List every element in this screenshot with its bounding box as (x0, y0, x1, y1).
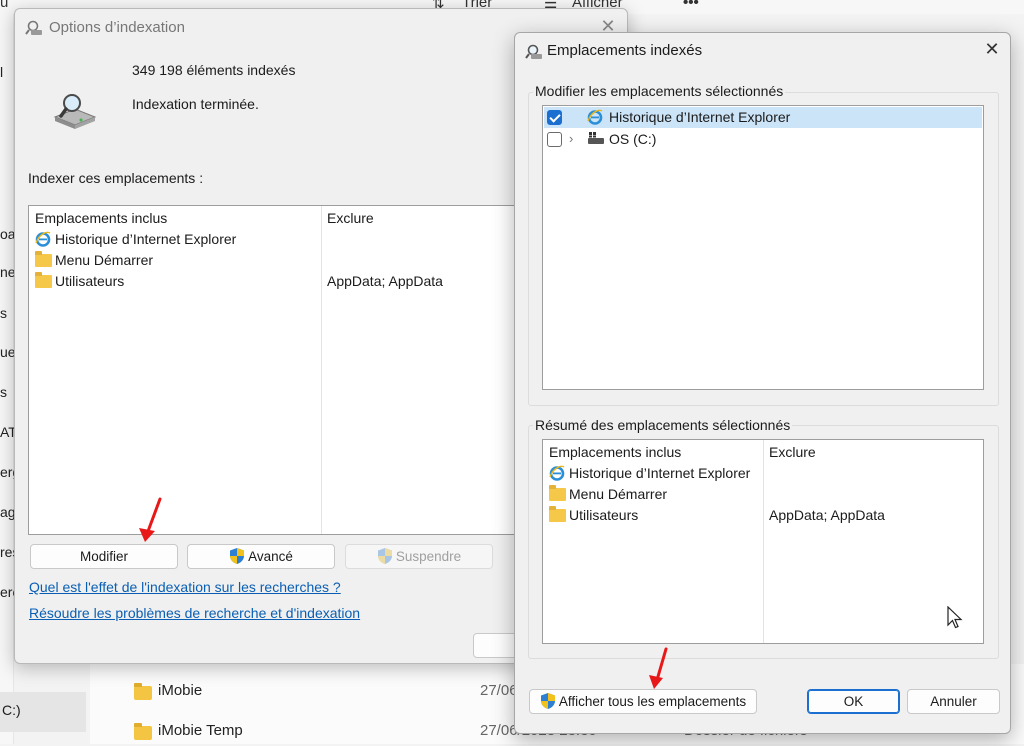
nav-item[interactable]: s (0, 384, 7, 400)
ok-button[interactable]: OK (807, 689, 900, 714)
more-options-button[interactable]: ••• (683, 0, 699, 11)
nav-item[interactable]: s (0, 305, 7, 321)
uac-shield-icon (230, 548, 245, 564)
chevron-right-icon[interactable]: › (569, 131, 573, 146)
indexed-locations-dialog: Emplacements indexés ✕ Modifier les empl… (514, 32, 1011, 734)
annotation-arrow-icon (649, 647, 668, 689)
file-name: iMobie (158, 682, 203, 699)
column-separator (763, 440, 764, 643)
toolbar-fragment: u (0, 0, 9, 11)
column-header-included[interactable]: Emplacements inclus (549, 444, 681, 460)
drive-icon (588, 132, 604, 144)
modify-locations-label: Modifier les emplacements sélectionnés (533, 83, 786, 99)
location-name: Utilisateurs (569, 507, 639, 523)
folder-icon (549, 485, 566, 501)
checkbox-ie-history[interactable] (547, 110, 562, 125)
internet-explorer-icon (35, 231, 51, 247)
annotation-arrow-icon (139, 497, 162, 542)
internet-explorer-icon (549, 465, 565, 481)
troubleshoot-link[interactable]: Résoudre les problèmes de recherche et d… (29, 605, 360, 621)
locations-tree[interactable]: Historique d’Internet Explorer › OS (C:) (542, 105, 984, 390)
location-name: Menu Démarrer (55, 252, 154, 268)
locations-label: Indexer ces emplacements : (28, 170, 204, 186)
explorer-nav-pane: l oa ne s ue s AT erg ag res ere (0, 14, 20, 744)
tree-item-label[interactable]: Historique d’Internet Explorer (609, 109, 790, 125)
advanced-button-label: Avancé (248, 549, 293, 564)
nav-item-selected-drive[interactable]: C:) (0, 692, 86, 732)
indexed-count: 349 198 éléments indexés (132, 62, 296, 78)
close-icon[interactable]: ✕ (977, 39, 1007, 60)
column-separator (321, 206, 322, 534)
modify-button[interactable]: Modifier (30, 544, 178, 569)
folder-icon (134, 723, 152, 740)
tree-item-label[interactable]: OS (C:) (609, 131, 656, 147)
dialog-title: Emplacements indexés (547, 42, 703, 59)
indexing-effect-link[interactable]: Quel est l'effet de l'indexation sur les… (29, 579, 341, 595)
column-header-exclude[interactable]: Exclure (769, 444, 816, 460)
pause-button[interactable]: Suspendre (345, 544, 493, 569)
indexing-options-icon (25, 20, 42, 35)
indexed-locations-icon (525, 44, 542, 59)
dialog-title: Options d’indexation (49, 19, 185, 36)
file-name: iMobie Temp (158, 722, 243, 739)
column-header-exclude[interactable]: Exclure (327, 210, 374, 226)
summary-list[interactable]: Emplacements inclus Exclure Historique d… (542, 439, 984, 644)
mouse-pointer-icon (947, 606, 963, 629)
checkbox-os-drive[interactable] (547, 132, 562, 147)
indexing-drive-icon (53, 94, 97, 129)
advanced-button[interactable]: Avancé (187, 544, 335, 569)
column-header-included[interactable]: Emplacements inclus (35, 210, 167, 226)
summary-label: Résumé des emplacements sélectionnés (533, 417, 793, 433)
location-name: Utilisateurs (55, 273, 125, 289)
folder-icon (35, 272, 52, 288)
location-exclude: AppData; AppData (769, 507, 885, 523)
uac-shield-icon (377, 548, 392, 564)
pause-button-label: Suspendre (395, 549, 462, 564)
show-all-locations-label: Afficher tous les emplacements (558, 694, 747, 709)
folder-icon (549, 506, 566, 522)
location-name: Menu Démarrer (569, 486, 668, 502)
location-name: Historique d’Internet Explorer (55, 231, 237, 247)
uac-shield-icon (540, 693, 555, 709)
nav-item[interactable]: l (0, 64, 3, 80)
internet-explorer-icon (587, 109, 603, 125)
folder-icon (35, 251, 52, 267)
show-all-locations-button[interactable]: Afficher tous les emplacements (529, 689, 757, 714)
file-date: 27/06 (480, 682, 518, 699)
cancel-button[interactable]: Annuler (907, 689, 1000, 714)
location-exclude: AppData; AppData (327, 273, 443, 289)
indexing-status: Indexation terminée. (132, 96, 259, 112)
folder-icon (134, 683, 152, 700)
location-name: Historique d’Internet Explorer (569, 465, 751, 481)
